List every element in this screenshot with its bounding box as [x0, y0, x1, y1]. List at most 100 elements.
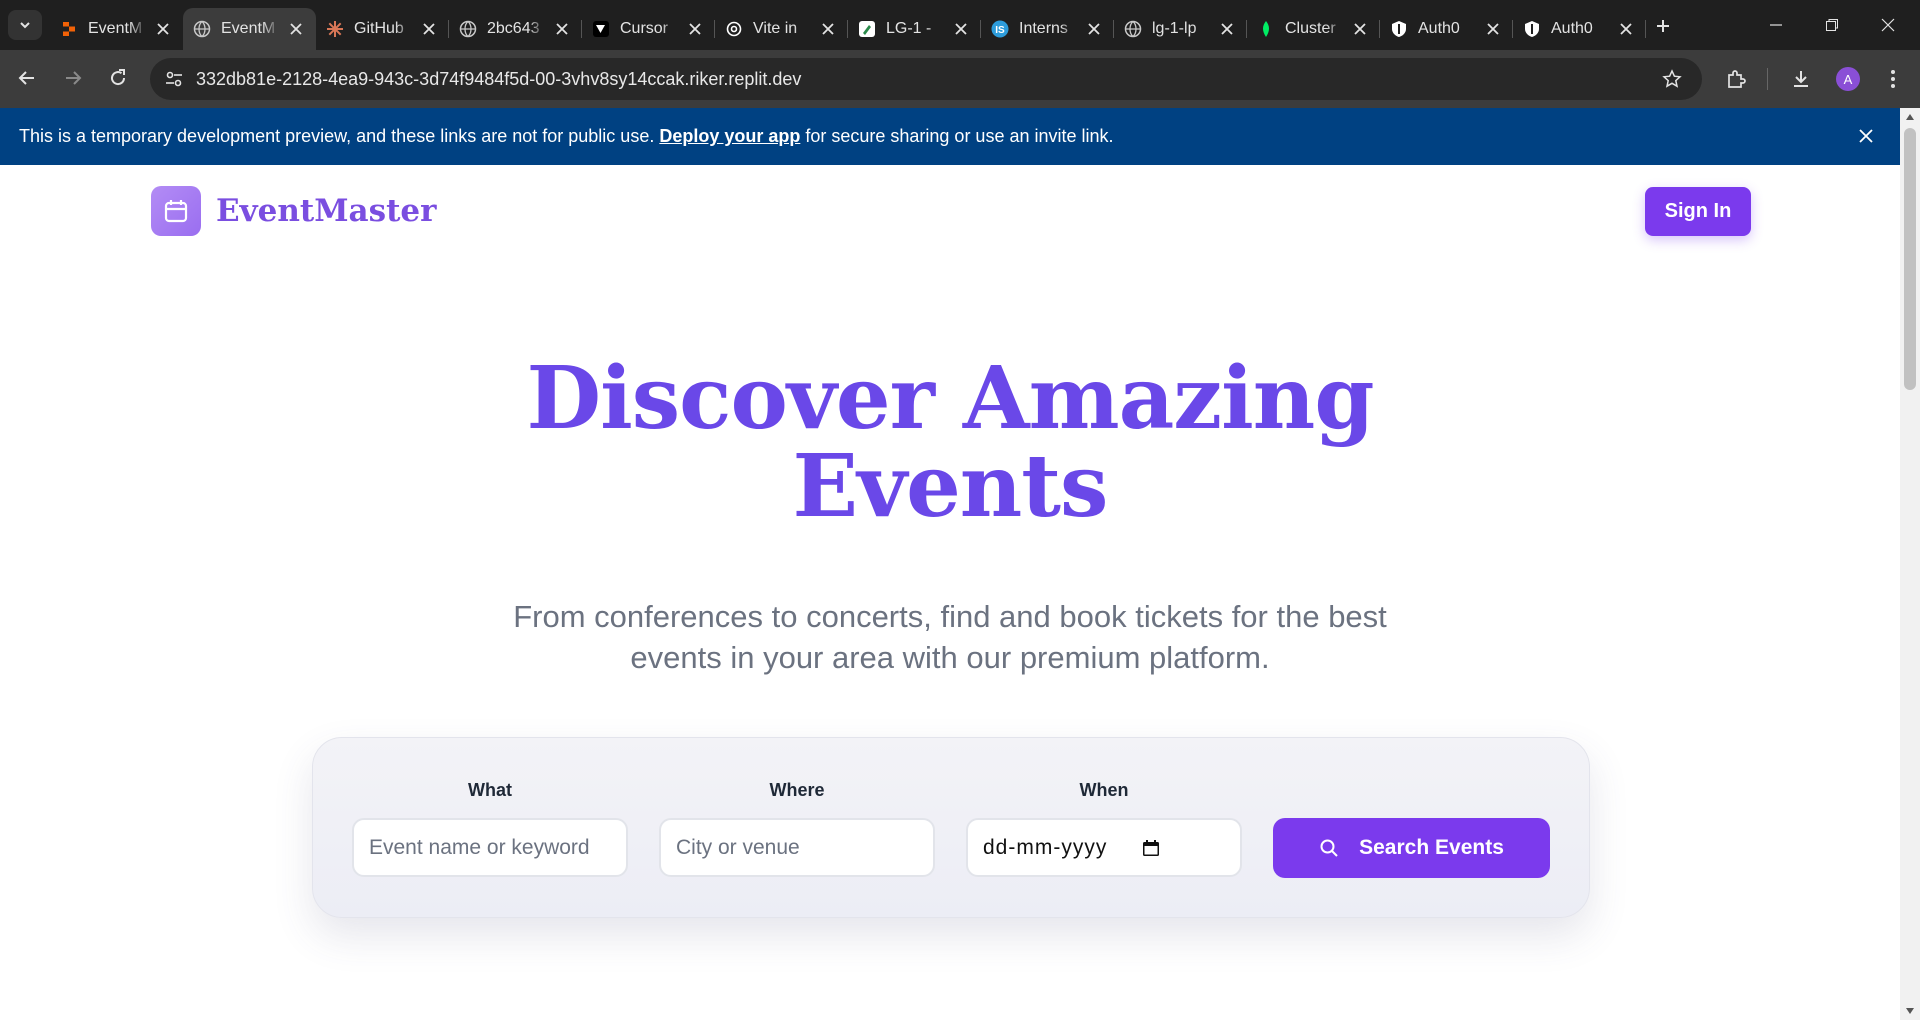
- tab-search-button[interactable]: [8, 10, 42, 40]
- browser-tab[interactable]: GitHub: [316, 8, 449, 50]
- arrow-right-icon: [66, 71, 82, 85]
- puzzle-icon: [1728, 70, 1746, 88]
- tab-close-button[interactable]: [685, 19, 705, 39]
- tab-close-button[interactable]: [286, 19, 306, 39]
- more-vertical-icon: [1891, 70, 1895, 88]
- tab-title: lg-1-lp: [1152, 20, 1197, 37]
- browser-tab[interactable]: Vite in: [715, 8, 848, 50]
- tab-close-button[interactable]: [153, 19, 173, 39]
- tab-close-button[interactable]: [1483, 19, 1503, 39]
- tune-icon: [166, 71, 182, 87]
- browser-tab[interactable]: lg-1-lp: [1114, 8, 1247, 50]
- close-window-button[interactable]: [1860, 0, 1916, 50]
- tab-close-button[interactable]: [552, 19, 572, 39]
- tab-title: EventM: [221, 20, 276, 37]
- date-input[interactable]: dd-mm-yyyy: [966, 818, 1242, 877]
- toolbar-divider: [1767, 68, 1768, 90]
- browser-tab[interactable]: EventM: [183, 8, 316, 50]
- minimize-button[interactable]: [1748, 0, 1804, 50]
- close-icon: [1859, 129, 1873, 143]
- scrollbar-thumb[interactable]: [1904, 128, 1916, 390]
- deploy-link[interactable]: Deploy your app: [659, 126, 800, 147]
- browser-tab[interactable]: Auth0: [1513, 8, 1646, 50]
- close-icon: [1221, 23, 1233, 35]
- calendar-icon: [164, 200, 188, 223]
- what-input[interactable]: Event name or keyword: [352, 818, 628, 877]
- close-icon: [290, 23, 302, 35]
- claude-icon: [326, 20, 344, 38]
- tab-close-button[interactable]: [951, 19, 971, 39]
- close-icon: [423, 23, 435, 35]
- back-button[interactable]: [9, 60, 45, 96]
- tab-close-button[interactable]: [1217, 19, 1237, 39]
- tab-title: 2bc643: [487, 20, 540, 37]
- arrow-left-icon: [18, 71, 34, 85]
- extensions-button[interactable]: [1719, 62, 1753, 96]
- browser-tab[interactable]: LG-1 -: [848, 8, 981, 50]
- forward-button[interactable]: [55, 60, 91, 96]
- what-label: What: [468, 780, 512, 800]
- browser-tab[interactable]: IS Interns: [981, 8, 1114, 50]
- close-icon: [1620, 23, 1632, 35]
- sign-in-button[interactable]: Sign In: [1645, 187, 1751, 236]
- url-text[interactable]: 332db81e-2128-4ea9-943c-3d74f9484f5d-00-…: [196, 69, 801, 90]
- globe-icon: [193, 20, 211, 38]
- reload-button[interactable]: [100, 60, 136, 96]
- close-icon: [689, 23, 701, 35]
- tab-close-button[interactable]: [1084, 19, 1104, 39]
- tab-title: Auth0: [1418, 20, 1460, 37]
- browser-tab[interactable]: Cursor: [582, 8, 715, 50]
- calendar-picker-icon[interactable]: [1142, 839, 1160, 857]
- hero-subtitle-line: From conferences to concerts, find and b…: [513, 599, 1387, 634]
- browser-tab[interactable]: EventM: [50, 8, 183, 50]
- tab-separator: [1645, 20, 1646, 38]
- tab-close-button[interactable]: [818, 19, 838, 39]
- tab-title: Auth0: [1551, 20, 1593, 37]
- close-icon: [556, 23, 568, 35]
- tab-close-button[interactable]: [1350, 19, 1370, 39]
- menu-button[interactable]: [1876, 62, 1910, 96]
- search-events-button[interactable]: Search Events: [1273, 818, 1550, 878]
- bookmark-button[interactable]: [1656, 63, 1688, 95]
- auth0-icon: [1523, 20, 1541, 38]
- close-icon: [1881, 18, 1895, 32]
- browser-tab[interactable]: Cluster: [1247, 8, 1380, 50]
- auth0-icon: [1390, 20, 1408, 38]
- globe-icon: [459, 20, 477, 38]
- restore-button[interactable]: [1804, 0, 1860, 50]
- triangle-up-icon: [1906, 114, 1914, 120]
- downloads-button[interactable]: [1784, 62, 1818, 96]
- hero-title: Discover Amazing Events: [450, 355, 1450, 531]
- tab-list: EventM EventM GitHub 2bc643 Cursor Vite …: [50, 8, 1646, 50]
- profile-avatar[interactable]: A: [1836, 67, 1860, 91]
- tab-title: EventM: [88, 20, 143, 37]
- reload-icon: [111, 69, 126, 86]
- minimize-icon: [1770, 24, 1782, 26]
- hero-subtitle-line: events in your area with our premium pla…: [630, 640, 1270, 675]
- close-icon: [1088, 23, 1100, 35]
- pen-icon: [858, 20, 876, 38]
- tab-title: LG-1 -: [886, 20, 932, 37]
- where-label: Where: [769, 780, 825, 800]
- tab-title: Interns: [1019, 20, 1068, 37]
- browser-tab[interactable]: 2bc643: [449, 8, 582, 50]
- hero-title-line: Discover Amazing: [526, 348, 1375, 449]
- browser-tab[interactable]: Auth0: [1380, 8, 1513, 50]
- banner-close-button[interactable]: [1852, 122, 1880, 150]
- scroll-up-button[interactable]: [1904, 110, 1916, 124]
- scroll-down-button[interactable]: [1904, 1004, 1916, 1018]
- tab-close-button[interactable]: [419, 19, 439, 39]
- site-logo[interactable]: EventMaster: [151, 186, 436, 236]
- download-icon: [1794, 71, 1808, 87]
- banner-text: This is a temporary development preview,…: [19, 126, 655, 146]
- where-input[interactable]: City or venue: [659, 818, 935, 877]
- replit-icon: [60, 20, 78, 38]
- tab-close-button[interactable]: [1616, 19, 1636, 39]
- globe-icon: [1124, 20, 1142, 38]
- new-tab-button[interactable]: [1648, 12, 1678, 40]
- site-info-button[interactable]: [158, 63, 190, 95]
- hero-subtitle: From conferences to concerts, find and b…: [460, 596, 1440, 678]
- close-icon: [1354, 23, 1366, 35]
- logo-text: EventMaster: [216, 193, 437, 229]
- logo-mark: [151, 186, 201, 236]
